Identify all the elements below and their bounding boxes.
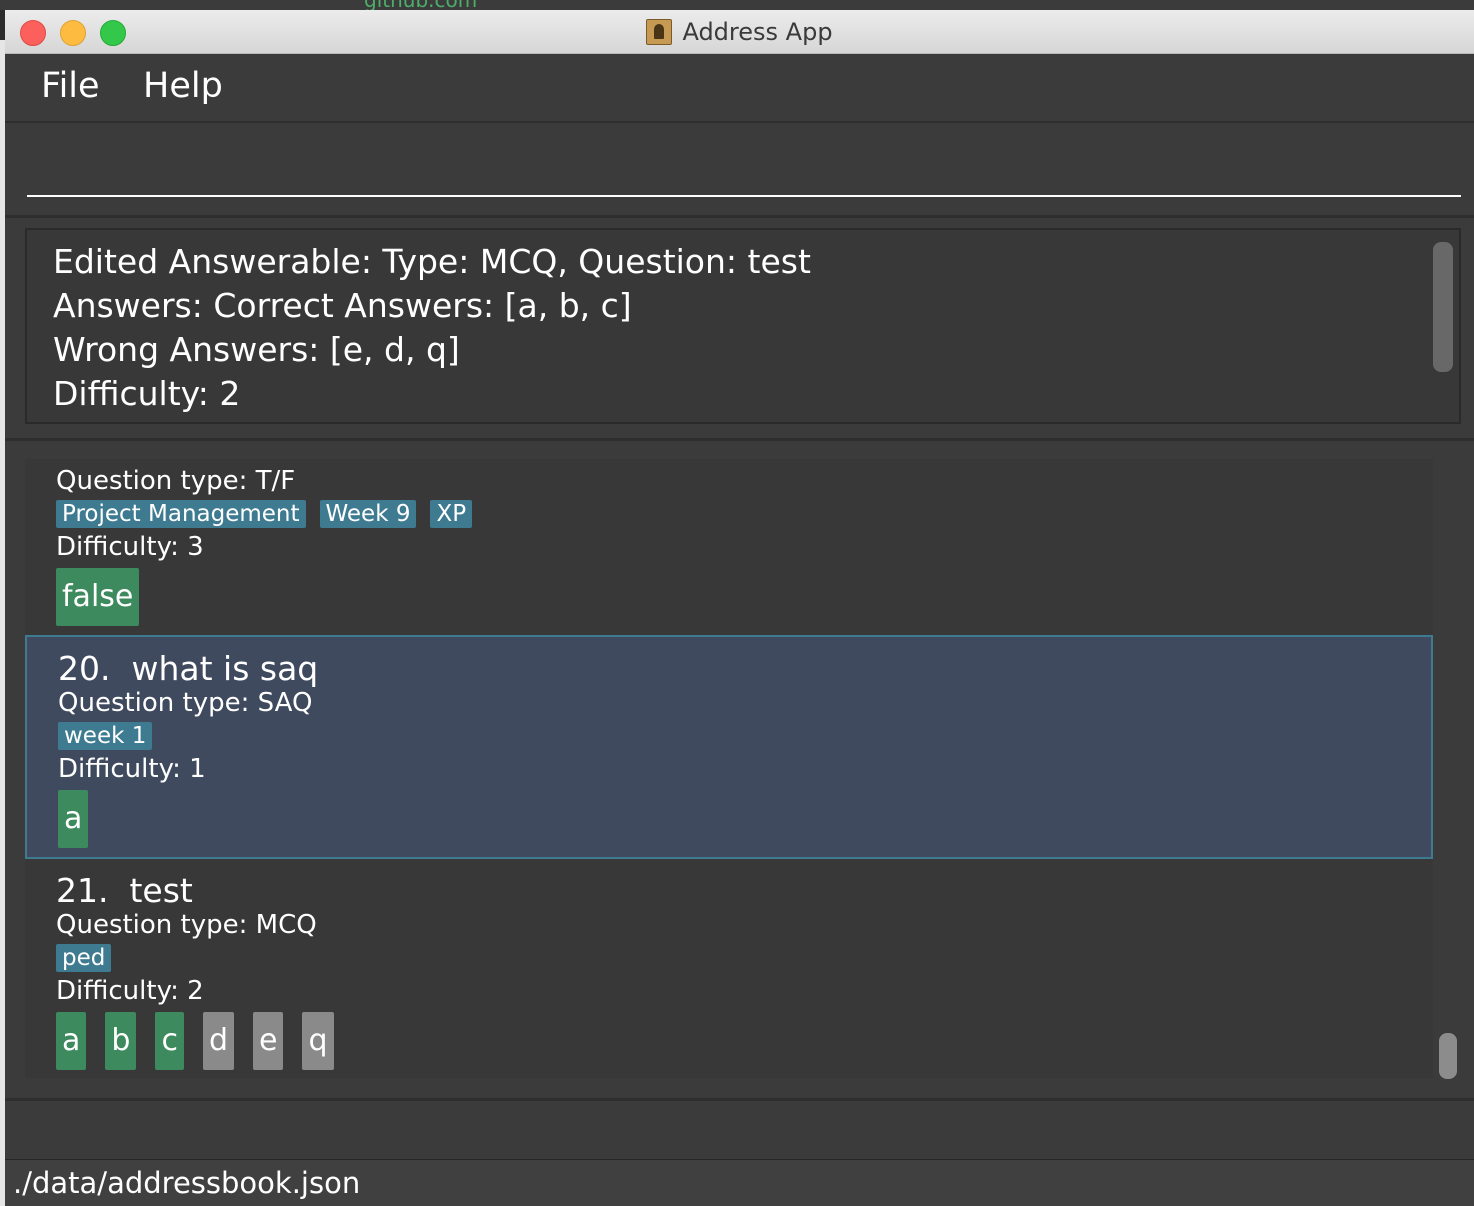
menu-file[interactable]: File: [41, 66, 100, 106]
address-book-icon: [646, 18, 673, 45]
question-type: Question type: SAQ: [58, 688, 313, 718]
result-line: Edited Answerable: Type: MCQ, Question: …: [53, 242, 811, 281]
answer-list: false: [56, 568, 1433, 626]
result-text-box[interactable]: Edited Answerable: Type: MCQ, Question: …: [25, 228, 1461, 424]
result-lines: Edited Answerable: Type: MCQ, Question: …: [53, 240, 811, 416]
result-line: Wrong Answers: [e, d, q]: [53, 330, 460, 369]
result-display: Edited Answerable: Type: MCQ, Question: …: [5, 218, 1474, 441]
tag-list: week 1: [58, 722, 1431, 750]
status-bar: ./data/addressbook.json: [5, 1160, 1474, 1206]
wrong-answer: d: [202, 1012, 234, 1070]
difficulty: Difficulty: 3: [56, 532, 204, 562]
answerable-card[interactable]: 21. test Question type: MCQ ped Difficul…: [25, 859, 1433, 1078]
result-line: Answers: Correct Answers: [a, b, c]: [53, 286, 632, 325]
answerable-list: Question type: T/F Project Management We…: [25, 459, 1433, 1078]
question-type: Question type: T/F: [56, 466, 296, 496]
answer-list: a: [58, 790, 1431, 848]
menu-help[interactable]: Help: [143, 66, 223, 106]
status-spacer: [5, 1101, 1474, 1160]
list-scrollbar[interactable]: [1439, 1033, 1457, 1079]
window-title: Address App: [682, 17, 833, 46]
tag: Week 9: [319, 500, 417, 528]
answerable-list-panel: Question type: T/F Project Management We…: [5, 441, 1474, 1101]
tag: XP: [430, 500, 473, 528]
question-type: Question type: MCQ: [56, 910, 317, 940]
correct-answer: false: [56, 568, 140, 626]
tag: ped: [56, 944, 112, 972]
difficulty: Difficulty: 1: [58, 754, 206, 784]
answerable-card[interactable]: Question type: T/F Project Management We…: [25, 459, 1433, 635]
save-location-path: ./data/addressbook.json: [13, 1166, 361, 1200]
correct-answer: b: [105, 1012, 137, 1070]
title-container: Address App: [5, 10, 1474, 53]
app-window: Address App File Help Edited Answerable:…: [5, 10, 1474, 1206]
background-browser-strip: github.com: [0, 0, 1474, 12]
answer-list: a b c d e q: [56, 1012, 1433, 1070]
card-title: 21. test: [56, 871, 1433, 910]
result-scrollbar[interactable]: [1433, 242, 1453, 372]
card-title: 20. what is saq: [58, 649, 1431, 688]
wrong-answer: e: [252, 1012, 284, 1070]
tag: week 1: [58, 722, 153, 750]
command-box: [5, 123, 1474, 218]
tag-list: Project Management Week 9 XP: [56, 500, 1433, 528]
card-index: 20.: [58, 649, 111, 688]
command-input[interactable]: [27, 141, 1461, 197]
card-question: test: [129, 871, 193, 910]
card-question: what is saq: [131, 649, 319, 688]
wrong-answer: q: [302, 1012, 334, 1070]
correct-answer: a: [56, 1012, 87, 1070]
menu-bar: File Help: [5, 54, 1474, 123]
answerable-card-selected[interactable]: 20. what is saq Question type: SAQ week …: [25, 635, 1433, 859]
title-bar: Address App: [5, 10, 1474, 54]
result-line: Difficulty: 2: [53, 374, 241, 413]
difficulty: Difficulty: 2: [56, 976, 204, 1006]
tag-list: ped: [56, 944, 1433, 972]
tag: Project Management: [56, 500, 306, 528]
card-index: 21.: [56, 871, 109, 910]
correct-answer: c: [155, 1012, 184, 1070]
correct-answer: a: [58, 790, 89, 848]
